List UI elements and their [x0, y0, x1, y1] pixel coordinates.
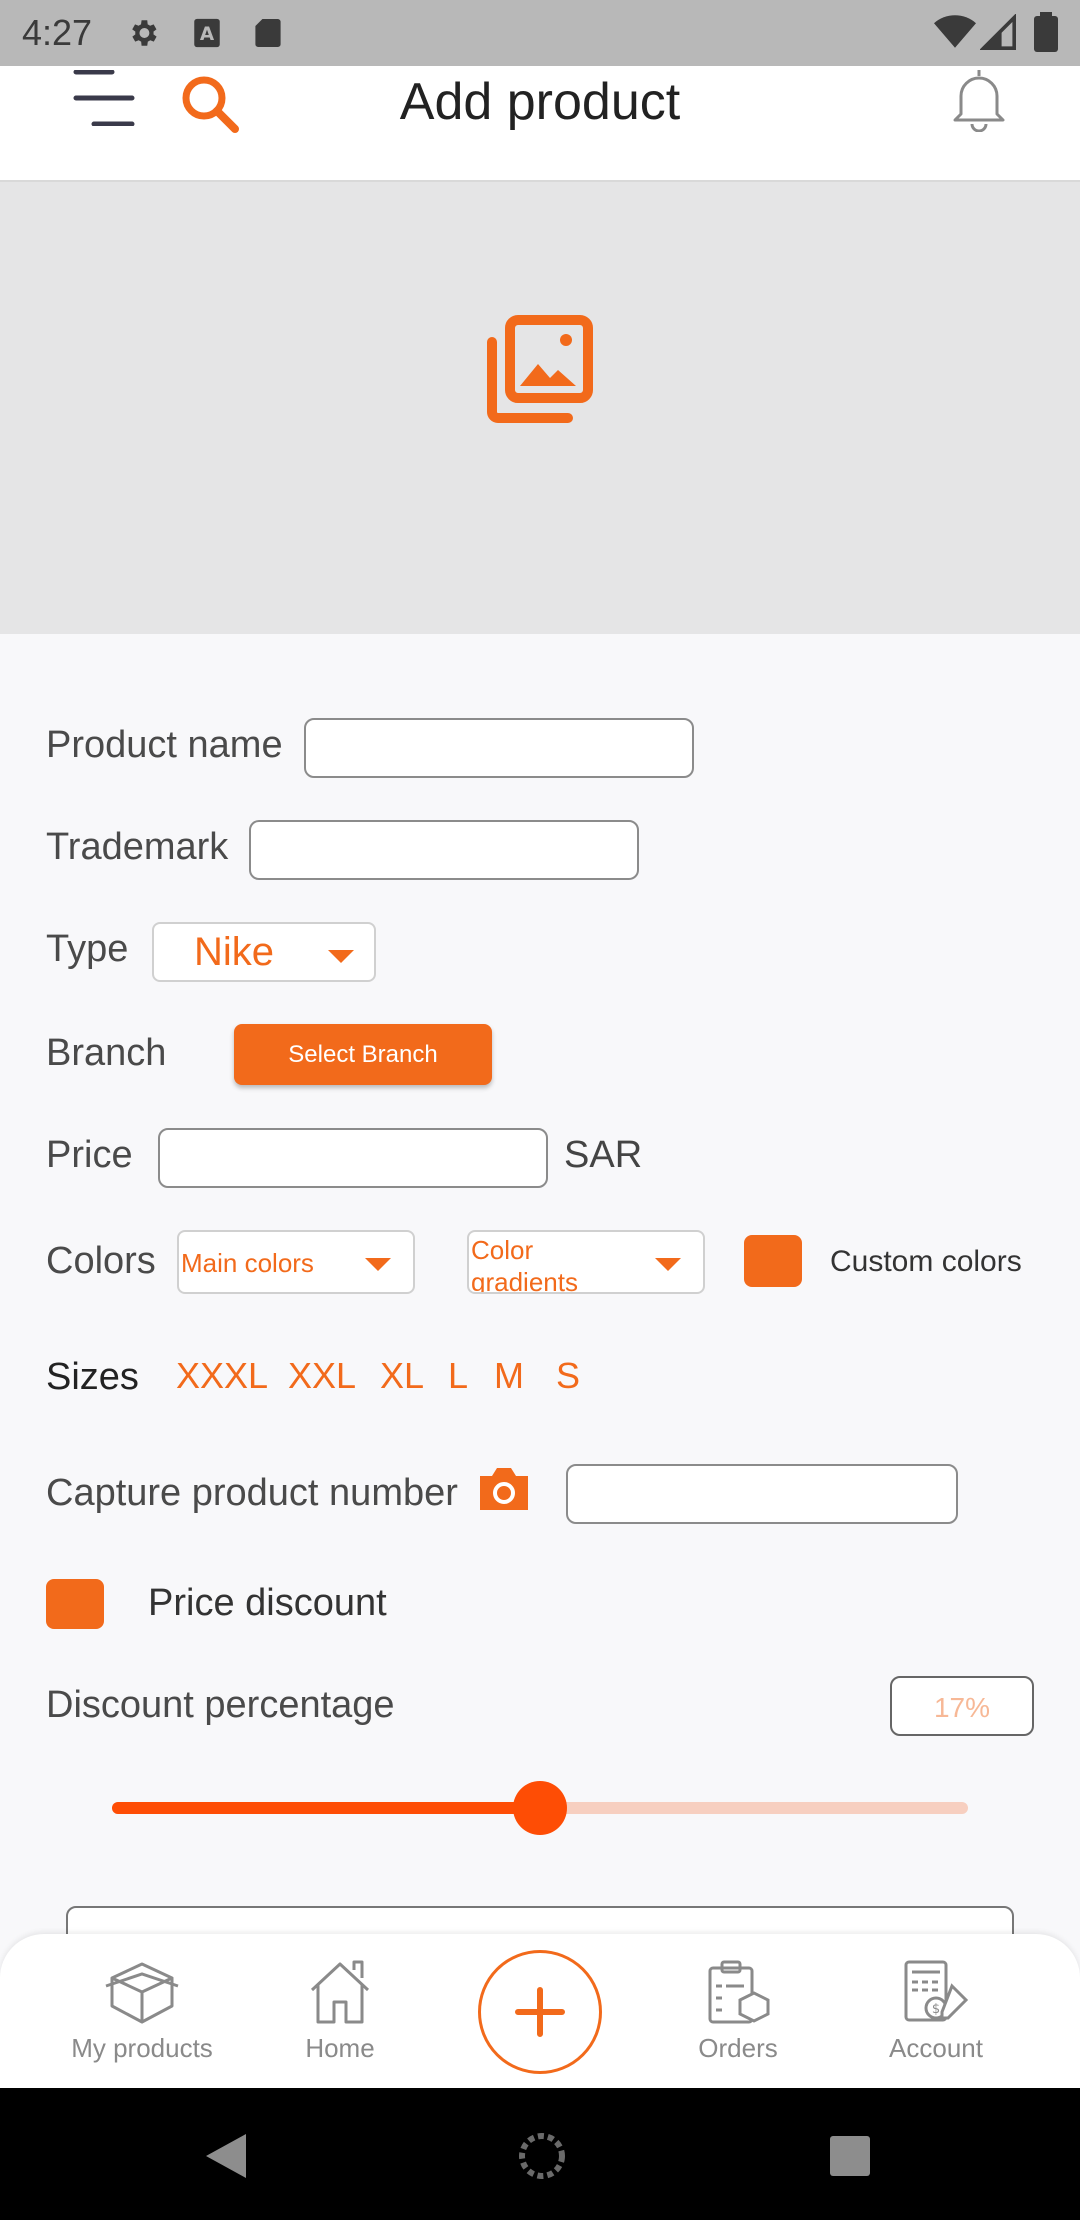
nav-label: Home [305, 2033, 375, 2063]
custom-colors-label: Custom colors [830, 1245, 1022, 1278]
price-discount-checkbox[interactable] [46, 1579, 104, 1629]
bottom-navigation: My products Home Orders $ Account [0, 1934, 1080, 2088]
battery-icon [1034, 12, 1058, 52]
status-bar: 4:27 A [0, 0, 1080, 66]
custom-colors-swatch[interactable] [744, 1235, 802, 1287]
trademark-input[interactable] [249, 820, 639, 880]
notification-bell-icon[interactable] [946, 66, 1012, 132]
back-icon[interactable] [204, 2132, 248, 2180]
chevron-down-icon [328, 950, 354, 963]
account-icon: $ [904, 1960, 969, 2022]
svg-text:$: $ [932, 2002, 940, 2017]
select-branch-button[interactable]: Select Branch [234, 1024, 492, 1085]
size-option-s[interactable]: S [556, 1355, 580, 1397]
system-navigation-bar [0, 2088, 1080, 2220]
nav-label: Orders [698, 2033, 778, 2063]
size-option-xxl[interactable]: XXL [288, 1355, 356, 1397]
discount-percentage-label: Discount percentage [46, 1684, 395, 1726]
svg-text:A: A [200, 24, 215, 45]
type-dropdown[interactable]: Nike [152, 922, 376, 982]
plus-icon [515, 1987, 565, 2037]
discount-percentage-field[interactable]: 17% [890, 1676, 1034, 1736]
capture-product-number-label: Capture product number [46, 1472, 458, 1514]
colors-label: Colors [46, 1240, 156, 1282]
nav-label: Account [889, 2033, 983, 2063]
signal-icon [980, 14, 1016, 50]
product-image-picker[interactable] [0, 182, 1080, 634]
size-option-l[interactable]: L [448, 1355, 468, 1397]
app-bar: Add product [0, 66, 1080, 182]
add-product-button[interactable] [478, 1950, 602, 2074]
sizes-label: Sizes [46, 1356, 139, 1398]
product-name-label: Product name [46, 724, 283, 766]
trademark-label: Trademark [46, 826, 229, 868]
color-gradients-label: Color gradients [471, 1235, 578, 1294]
product-number-input[interactable] [566, 1464, 958, 1524]
price-discount-label: Price discount [148, 1582, 387, 1624]
camera-icon[interactable] [476, 1464, 532, 1514]
orders-icon [708, 1960, 770, 2024]
photo-library-icon[interactable] [484, 314, 594, 424]
discount-slider-thumb[interactable] [513, 1781, 567, 1835]
color-gradients-dropdown[interactable]: Color gradients [467, 1230, 705, 1294]
discount-percentage-value: 17% [933, 1692, 991, 1723]
size-option-m[interactable]: M [494, 1355, 524, 1397]
box-icon [105, 1962, 179, 2024]
main-colors-label: Main colors [181, 1248, 314, 1278]
home-icon [310, 1960, 370, 2024]
type-selected-value: Nike [194, 930, 275, 974]
size-option-xl[interactable]: XL [380, 1355, 424, 1397]
home-button-icon[interactable] [512, 2130, 572, 2182]
branch-label: Branch [46, 1032, 167, 1074]
sd-card-icon [255, 19, 281, 47]
font-icon: A [194, 18, 220, 48]
nav-orders[interactable]: Orders [648, 1956, 828, 2064]
page-title: Add product [399, 73, 681, 131]
chevron-down-icon [365, 1258, 391, 1271]
price-input[interactable] [158, 1128, 548, 1188]
size-option-xxxl[interactable]: XXXL [176, 1355, 268, 1397]
nav-account[interactable]: $ Account [846, 1956, 1026, 2064]
settings-icon [132, 20, 157, 46]
discount-slider-fill [112, 1802, 540, 1814]
nav-my-products[interactable]: My products [52, 1956, 232, 2064]
status-time: 4:27 [22, 12, 93, 53]
product-name-input[interactable] [304, 718, 694, 778]
price-label: Price [46, 1134, 133, 1176]
nav-label: My products [71, 2033, 213, 2063]
recents-icon[interactable] [828, 2134, 872, 2178]
nav-home[interactable]: Home [250, 1956, 430, 2064]
wifi-icon [934, 15, 976, 48]
currency-label: SAR [564, 1134, 643, 1176]
type-label: Type [46, 928, 129, 970]
chevron-down-icon [655, 1258, 681, 1271]
main-colors-dropdown[interactable]: Main colors [177, 1230, 415, 1294]
